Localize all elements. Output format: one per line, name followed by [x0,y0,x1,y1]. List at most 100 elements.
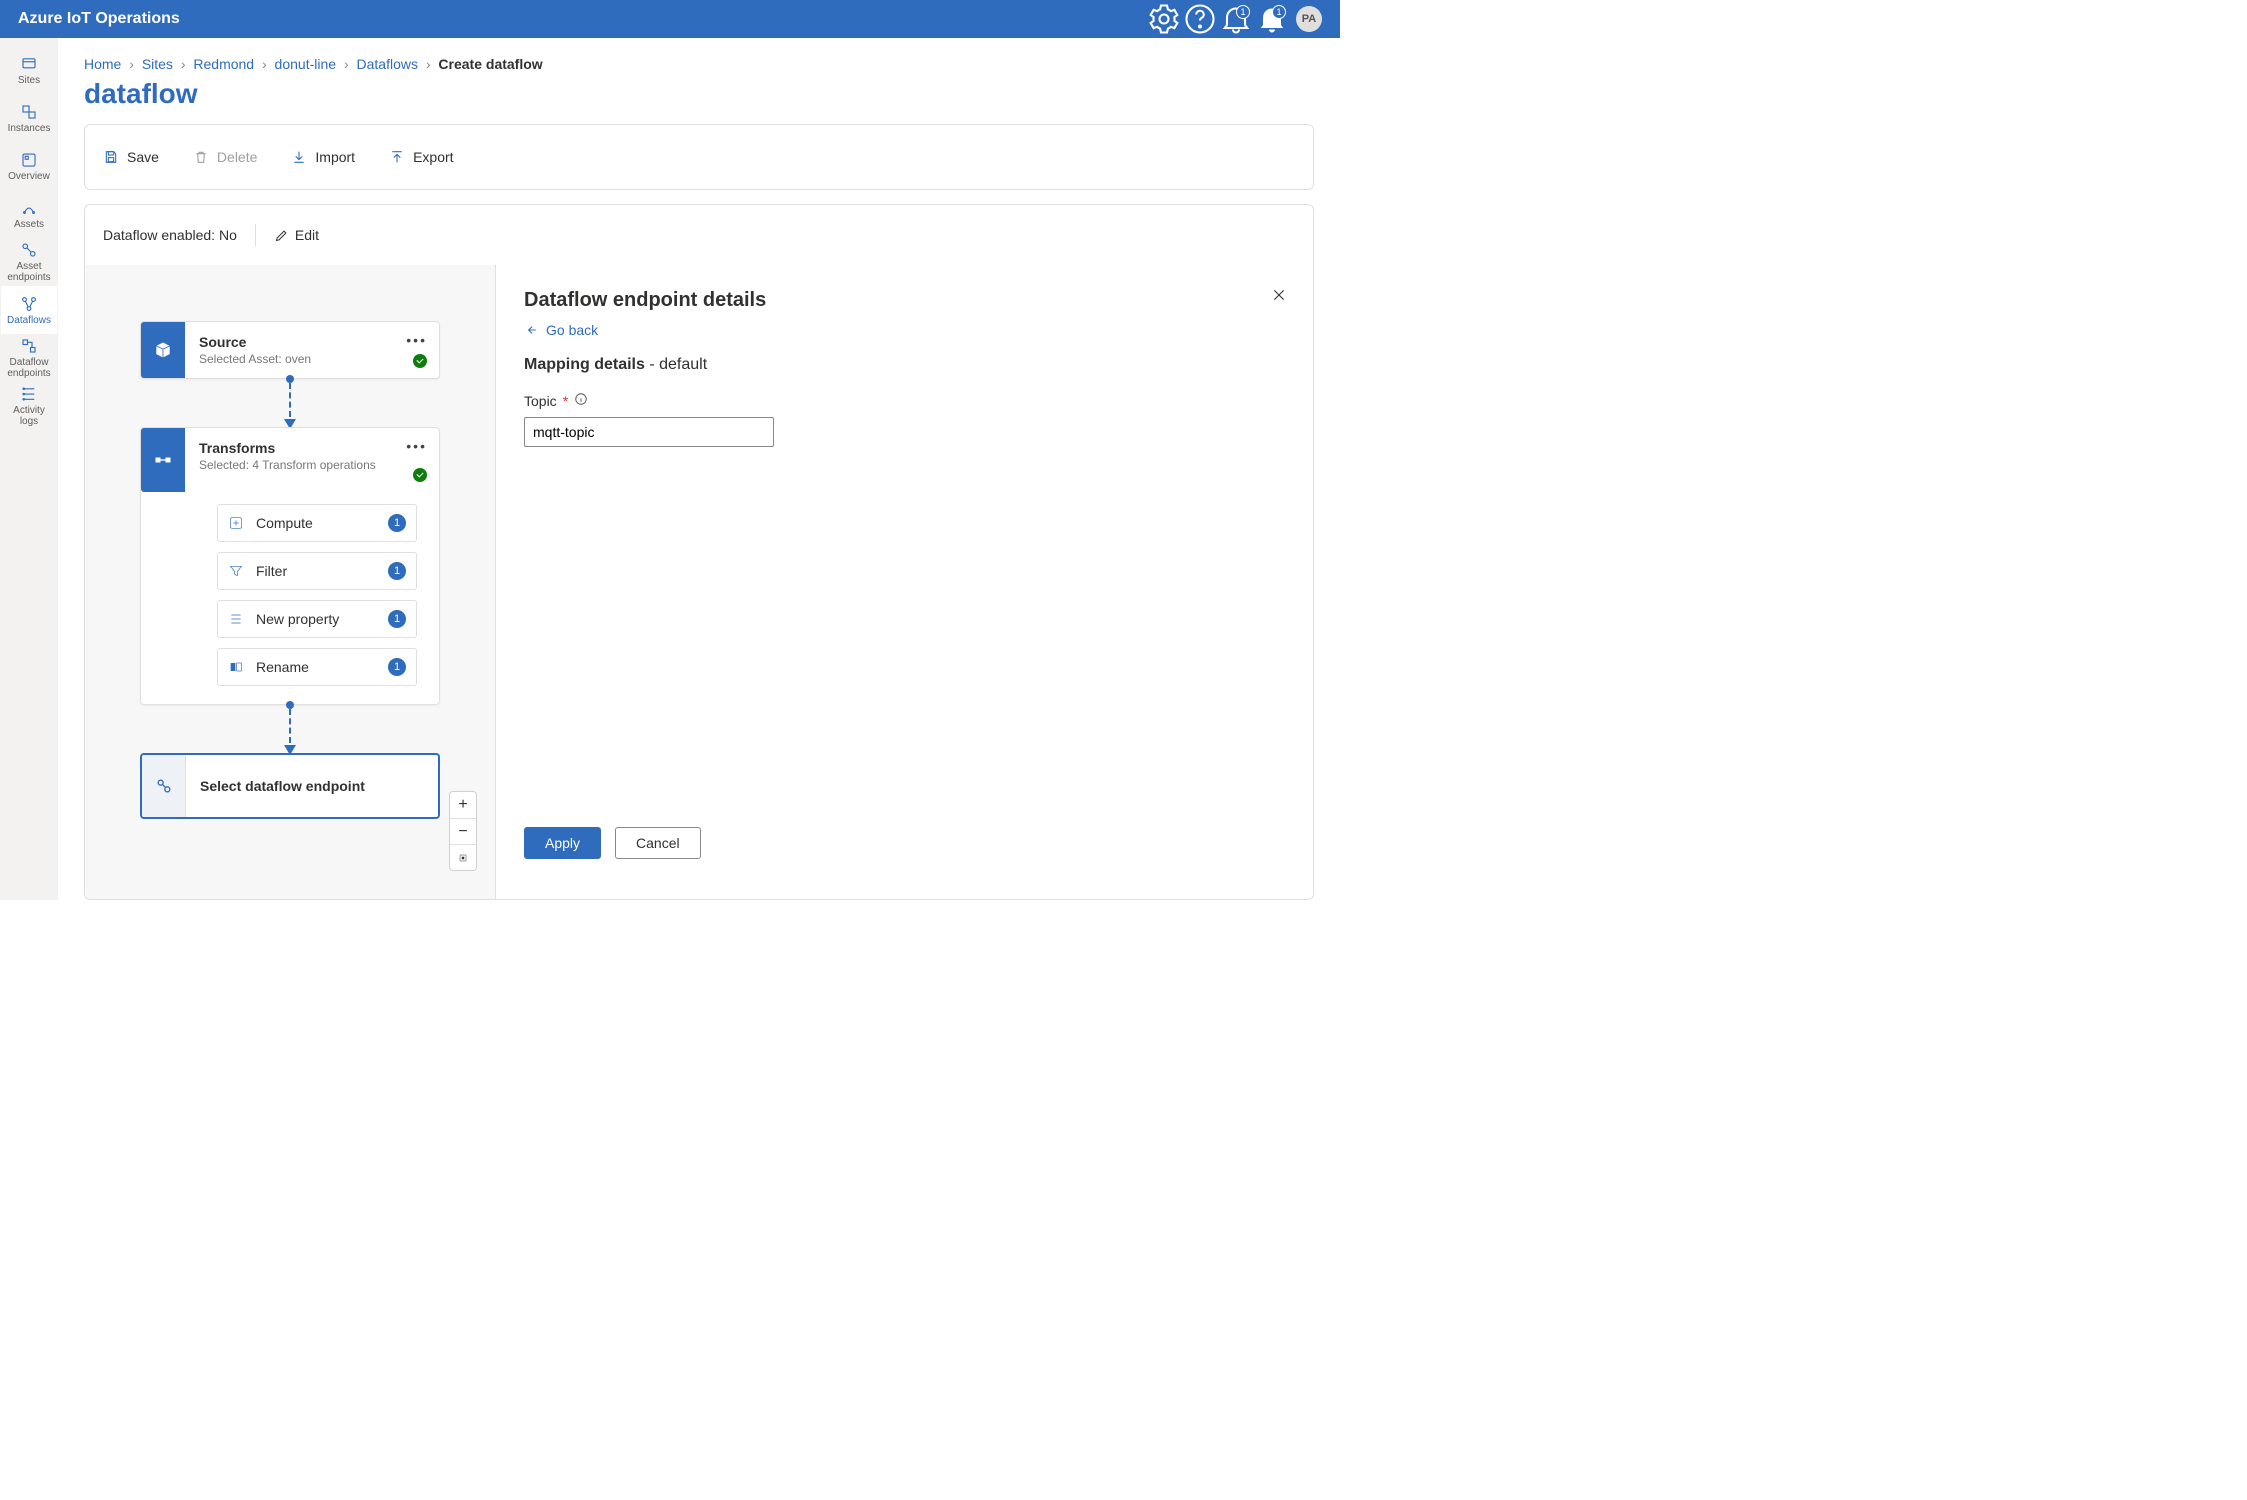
zoom-out-button[interactable]: − [450,818,476,844]
nav-instances[interactable]: Instances [1,94,57,142]
status-ok-icon [413,354,427,368]
info-button[interactable] [574,392,588,409]
node-transforms-sub: Selected: 4 Transform operations [199,458,427,472]
apply-button[interactable]: Apply [524,827,601,859]
page-title: dataflow [84,78,1314,110]
export-icon [389,149,405,165]
alerts-button[interactable]: 1 [1218,1,1254,37]
rename-icon [228,659,244,675]
bell-outline-icon [1218,1,1254,37]
side-nav: Sites Instances Overview Assets Asset en… [0,38,58,900]
brand-title: Azure IoT Operations [18,10,180,28]
node-source[interactable]: Source Selected Asset: oven ••• [140,321,440,379]
connector-2 [289,705,291,753]
bc-current: Create dataflow [438,56,542,72]
settings-button[interactable] [1146,1,1182,37]
node-transforms[interactable]: Transforms Selected: 4 Transform operati… [140,427,440,705]
workspace: Source Selected Asset: oven ••• [84,265,1314,900]
save-icon [103,149,119,165]
alerts-badge: 1 [1236,5,1250,19]
bc-sites[interactable]: Sites [142,56,173,72]
transform-rename[interactable]: Rename 1 [217,648,417,686]
asset-endpoints-icon [20,241,38,259]
node-source-sub: Selected Asset: oven [199,352,427,366]
graph-canvas[interactable]: Source Selected Asset: oven ••• [85,265,495,899]
dataflow-enabled-label: Dataflow enabled: No [103,227,237,243]
bc-home[interactable]: Home [84,56,121,72]
activity-logs-icon [20,385,38,403]
zoom-controls: + − [449,791,477,871]
op-count: 1 [388,658,406,676]
close-icon [1271,287,1287,303]
compute-icon [228,515,244,531]
topic-input[interactable] [524,417,774,447]
nav-dataflow-endpoints[interactable]: Dataflow endpoints [1,334,57,382]
topbar: Azure IoT Operations 1 1 PA [0,0,1340,38]
transform-new-property[interactable]: New property 1 [217,600,417,638]
zoom-fit-button[interactable] [450,844,476,870]
close-button[interactable] [1271,287,1287,306]
zoom-in-button[interactable]: + [450,792,476,818]
fit-icon [457,852,469,864]
notifications-badge: 1 [1272,5,1286,19]
help-icon [1182,1,1218,37]
transform-filter[interactable]: Filter 1 [217,552,417,590]
nav-dataflows[interactable]: Dataflows [1,286,57,334]
notifications-button[interactable]: 1 [1254,1,1290,37]
topic-label: Topic * [524,392,1285,409]
go-back-link[interactable]: Go back [524,322,1285,338]
edit-button[interactable]: Edit [274,227,319,243]
transforms-icon [153,450,173,470]
dataflow-endpoints-icon [20,337,38,355]
delete-icon [193,149,209,165]
bell-icon [1254,1,1290,37]
bc-site[interactable]: Redmond [193,56,254,72]
assets-icon [20,199,38,217]
cancel-button[interactable]: Cancel [615,827,701,859]
arrow-left-icon [524,323,538,337]
import-button[interactable]: Import [291,149,355,165]
nav-assets[interactable]: Assets [1,190,57,238]
sites-icon [20,55,38,73]
node-source-menu[interactable]: ••• [406,332,427,348]
dataflows-icon [20,295,38,313]
transform-compute[interactable]: Compute 1 [217,504,417,542]
instances-icon [20,103,38,121]
import-icon [291,149,307,165]
nav-sites[interactable]: Sites [1,46,57,94]
bc-instance[interactable]: donut-line [275,56,337,72]
node-transforms-title: Transforms [199,440,427,456]
info-icon [574,392,588,406]
nav-asset-endpoints[interactable]: Asset endpoints [1,238,57,286]
op-count: 1 [388,610,406,628]
filter-icon [228,563,244,579]
node-source-title: Source [199,334,427,350]
export-button[interactable]: Export [389,149,453,165]
status-panel: Dataflow enabled: No Edit [84,204,1314,265]
connector-1 [289,379,291,427]
main-content: Home › Sites › Redmond › donut-line › Da… [58,38,1340,900]
details-heading: Dataflow endpoint details [524,289,1285,312]
bc-section[interactable]: Dataflows [357,56,418,72]
help-button[interactable] [1182,1,1218,37]
required-asterisk: * [563,393,568,409]
toolbar-panel: Save Delete Import Export [84,124,1314,190]
select-endpoint-button[interactable]: Select dataflow endpoint [140,753,440,819]
mapping-details-heading: Mapping details - default [524,356,1285,374]
nav-activity-logs[interactable]: Activity logs [1,382,57,430]
new-property-icon [228,611,244,627]
cube-icon [153,340,173,360]
breadcrumb: Home › Sites › Redmond › donut-line › Da… [84,56,1314,72]
gear-icon [1146,1,1182,37]
overview-icon [20,151,38,169]
nav-overview[interactable]: Overview [1,142,57,190]
status-ok-icon [413,468,427,482]
delete-button: Delete [193,149,257,165]
node-transforms-menu[interactable]: ••• [406,438,427,454]
details-footer: Apply Cancel [524,827,1285,859]
user-avatar[interactable]: PA [1296,6,1322,32]
op-count: 1 [388,562,406,580]
edit-icon [274,228,289,243]
op-count: 1 [388,514,406,532]
save-button[interactable]: Save [103,149,159,165]
